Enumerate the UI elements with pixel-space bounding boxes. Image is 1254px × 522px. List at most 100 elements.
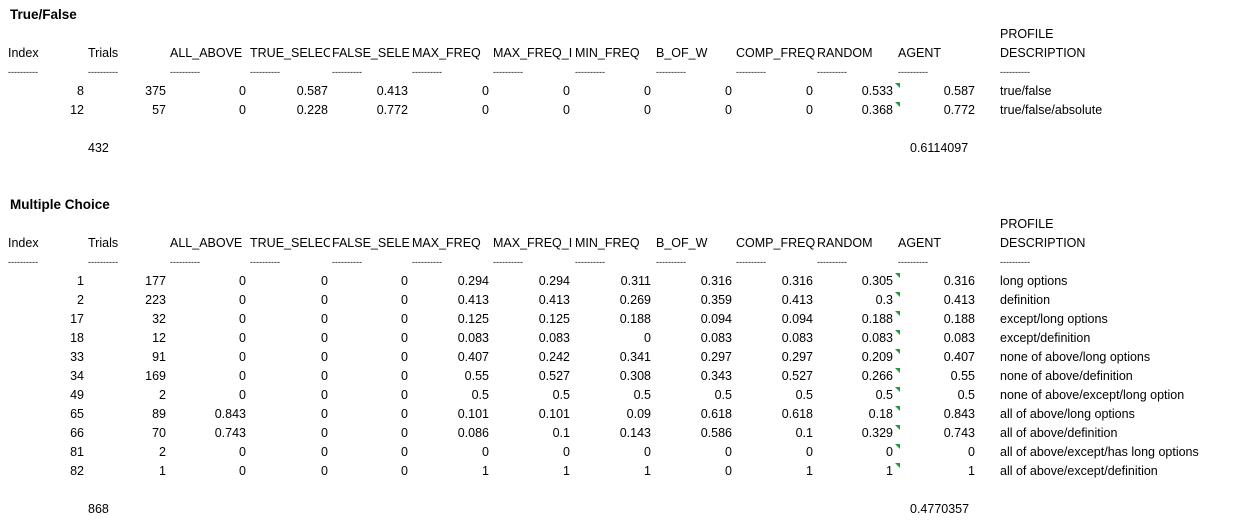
- comment-indicator-icon[interactable]: [895, 368, 900, 373]
- cell-true-select: 0: [321, 464, 328, 478]
- cell-min-freq: 0: [644, 331, 651, 345]
- cell-random: 0.3: [875, 293, 893, 307]
- comment-indicator-icon[interactable]: [895, 425, 900, 430]
- cell-max-freq: 0.294: [457, 274, 489, 288]
- cell-all-above: 0: [239, 84, 246, 98]
- cell-max-freq: 0.125: [457, 312, 489, 326]
- cell-false-select: 0: [401, 407, 408, 421]
- cell-max-freq: 0.5: [471, 388, 489, 402]
- cell-comp-freq: 0: [806, 84, 813, 98]
- cell-random: 1: [886, 464, 893, 478]
- comment-indicator-icon[interactable]: [895, 444, 900, 449]
- cell-trials: 223: [145, 293, 166, 307]
- separator-dashes: ----------: [575, 257, 605, 267]
- comment-indicator-icon[interactable]: [895, 102, 900, 107]
- cell-index: 1: [77, 274, 84, 288]
- cell-index: 49: [70, 388, 84, 402]
- cell-agent: 0.413: [943, 293, 975, 307]
- cell-description: none of above/definition: [1000, 369, 1133, 383]
- section-title: Multiple Choice: [10, 197, 110, 212]
- total-agent: 0.6114097: [910, 141, 969, 155]
- cell-max-freq: 0.413: [457, 293, 489, 307]
- column-header-b-of-w: B_OF_W: [656, 236, 708, 250]
- cell-index: 2: [77, 293, 84, 307]
- separator-dashes: ----------: [170, 67, 200, 77]
- cell-all-above: 0: [239, 274, 246, 288]
- cell-true-select: 0: [321, 407, 328, 421]
- separator-dashes: ----------: [493, 67, 523, 77]
- cell-min-freq: 0.341: [619, 350, 651, 364]
- comment-indicator-icon[interactable]: [895, 406, 900, 411]
- column-header-true-select: TRUE_SELECT: [250, 236, 330, 250]
- column-header-description: DESCRIPTION: [1000, 46, 1086, 60]
- comment-indicator-icon[interactable]: [895, 387, 900, 392]
- cell-comp-freq: 0.618: [781, 407, 813, 421]
- cell-comp-freq: 0.316: [781, 274, 813, 288]
- cell-comp-freq: 0.527: [781, 369, 813, 383]
- separator-dashes: ----------: [88, 67, 118, 77]
- separator-dashes: ----------: [250, 257, 280, 267]
- cell-comp-freq: 0.094: [781, 312, 813, 326]
- cell-index: 34: [70, 369, 84, 383]
- column-header-true-select: TRUE_SELECT: [250, 46, 330, 60]
- cell-trials: 177: [145, 274, 166, 288]
- cell-true-select: 0.587: [296, 84, 328, 98]
- comment-indicator-icon[interactable]: [895, 83, 900, 88]
- cell-comp-freq: 0.1: [795, 426, 813, 440]
- cell-all-above: 0: [239, 369, 246, 383]
- cell-min-freq: 0.308: [619, 369, 651, 383]
- column-header-all-above: ALL_ABOVE: [170, 236, 243, 250]
- separator-dashes: ----------: [575, 67, 605, 77]
- cell-true-select: 0: [321, 388, 328, 402]
- cell-max-freq: 0.101: [457, 407, 489, 421]
- cell-trials: 2: [159, 388, 166, 402]
- cell-b-of-w: 0: [725, 464, 732, 478]
- comment-indicator-icon[interactable]: [895, 292, 900, 297]
- separator-dashes: ----------: [1000, 257, 1030, 267]
- column-header-false-select: FALSE_SELEC: [332, 46, 410, 60]
- separator-dashes: ----------: [1000, 67, 1030, 77]
- column-header-random: RANDOM: [817, 236, 873, 250]
- column-header-min-freq: MIN_FREQ: [575, 236, 640, 250]
- cell-max-freq-i: 0.413: [538, 293, 570, 307]
- cell-all-above: 0: [239, 312, 246, 326]
- cell-max-freq-i: 0.101: [538, 407, 570, 421]
- separator-dashes: ----------: [493, 257, 523, 267]
- cell-agent: 0: [968, 445, 975, 459]
- cell-max-freq: 1: [482, 464, 489, 478]
- comment-indicator-icon[interactable]: [895, 311, 900, 316]
- cell-index: 8: [77, 84, 84, 98]
- cell-false-select: 0: [401, 350, 408, 364]
- cell-max-freq-i: 0.527: [538, 369, 570, 383]
- cell-b-of-w: 0.343: [700, 369, 732, 383]
- cell-false-select: 0.772: [376, 103, 408, 117]
- cell-description: all of above/except/has long options: [1000, 445, 1199, 459]
- total-trials: 868: [88, 502, 109, 516]
- comment-indicator-icon[interactable]: [895, 349, 900, 354]
- cell-max-freq: 0.086: [457, 426, 489, 440]
- cell-agent: 0.316: [943, 274, 975, 288]
- cell-false-select: 0: [401, 369, 408, 383]
- separator-dashes: ----------: [898, 67, 928, 77]
- column-header-agent: AGENT: [898, 46, 942, 60]
- cell-min-freq: 0: [644, 445, 651, 459]
- cell-index: 12: [70, 103, 84, 117]
- cell-description: all of above/long options: [1000, 407, 1135, 421]
- cell-min-freq: 0.5: [633, 388, 651, 402]
- comment-indicator-icon[interactable]: [895, 463, 900, 468]
- cell-b-of-w: 0.618: [700, 407, 732, 421]
- column-header-b-of-w: B_OF_W: [656, 46, 708, 60]
- cell-random: 0.368: [861, 103, 893, 117]
- cell-index: 65: [70, 407, 84, 421]
- column-header-max-freq-i: MAX_FREQ_I: [493, 46, 572, 60]
- column-header-index: Index: [8, 46, 39, 60]
- cell-true-select: 0: [321, 369, 328, 383]
- cell-trials: 169: [145, 369, 166, 383]
- column-header-comp-freq: COMP_FREQ: [736, 46, 815, 60]
- comment-indicator-icon[interactable]: [895, 330, 900, 335]
- cell-description: except/definition: [1000, 331, 1091, 345]
- cell-true-select: 0: [321, 293, 328, 307]
- separator-dashes: ----------: [332, 257, 362, 267]
- comment-indicator-icon[interactable]: [895, 273, 900, 278]
- separator-dashes: ----------: [412, 257, 442, 267]
